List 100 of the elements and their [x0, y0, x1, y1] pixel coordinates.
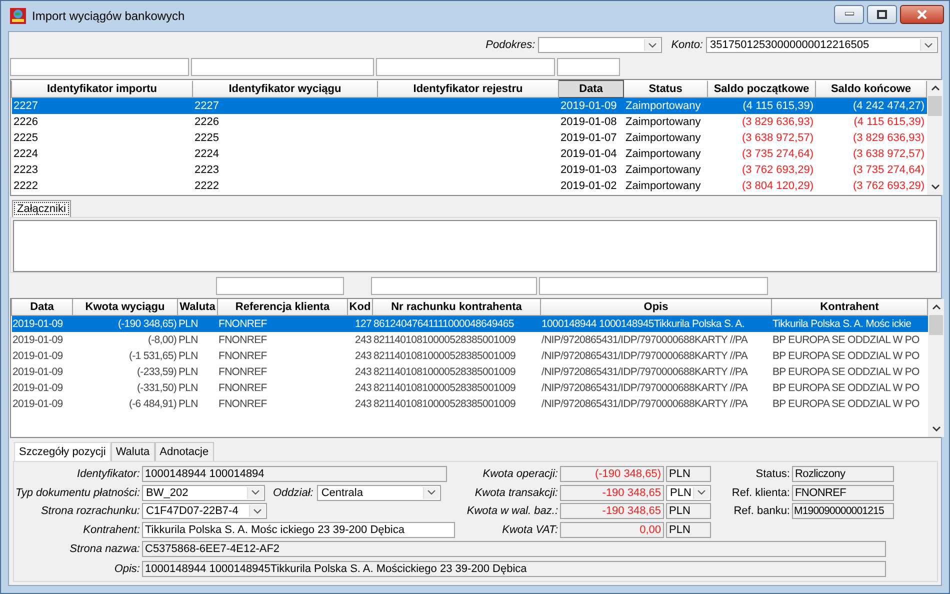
table-cell[interactable]: FNONREF [218, 364, 348, 380]
table-cell[interactable]: 2222 [12, 178, 192, 194]
filter-field[interactable] [557, 58, 620, 76]
table-cell[interactable]: 243 [348, 380, 372, 396]
column-header[interactable]: Identyfikator rejestru [378, 80, 558, 98]
tab[interactable]: Waluta [110, 442, 155, 461]
table-cell[interactable]: 2019-01-07 [558, 130, 624, 146]
table-cell[interactable]: (3 735 274,64) [708, 146, 816, 162]
column-header[interactable]: Data [12, 299, 72, 316]
table-cell[interactable]: PLN [178, 396, 218, 412]
filter-field[interactable] [191, 58, 374, 76]
filter-field[interactable] [539, 277, 768, 295]
table-cell[interactable]: (-6 484,91) [72, 396, 178, 412]
table-cell[interactable]: BP EUROPA SE ODDZIAL W PO [772, 348, 928, 364]
input-field[interactable]: Tikkurila Polska S. A. Mośc ickiego 23 39-200 Dębica [142, 522, 455, 538]
scrollbar[interactable] [928, 299, 944, 437]
table-cell[interactable]: (3 762 693,29) [708, 162, 816, 178]
column-header[interactable]: Referencja klienta [218, 299, 348, 316]
table-cell[interactable]: Zaimportowany [624, 162, 708, 178]
column-header[interactable]: Kod [348, 299, 372, 316]
table-cell[interactable]: (-331,50) [72, 380, 178, 396]
filter-field[interactable] [371, 277, 537, 295]
table-cell[interactable]: 2223 [192, 162, 378, 178]
table-cell[interactable]: PLN [178, 348, 218, 364]
table-cell[interactable]: PLN [178, 332, 218, 348]
table-cell[interactable]: (3 638 972,57) [708, 130, 816, 146]
table-cell[interactable]: 2226 [12, 114, 192, 130]
table-cell[interactable]: 2019-01-09 [12, 332, 72, 348]
table-cell[interactable]: 2224 [192, 146, 378, 162]
table-cell[interactable]: 2019-01-03 [558, 162, 624, 178]
table-cell[interactable]: (3 638 972,57) [816, 146, 926, 162]
table-cell[interactable]: 2226 [192, 114, 378, 130]
table-cell[interactable]: (3 829 636,93) [816, 130, 926, 146]
table-cell[interactable]: /NIP/9720865431/IDP/7970000688KARTY //PA [540, 348, 772, 364]
table-cell[interactable]: (3 762 693,29) [816, 178, 926, 194]
maximize-button[interactable] [867, 4, 897, 24]
table-cell[interactable]: /NIP/9720865431/IDP/7970000688KARTY //PA [540, 396, 772, 412]
table-cell[interactable]: /NIP/9720865431/IDP/7970000688KARTY //PA [540, 380, 772, 396]
table-cell[interactable]: /NIP/9720865431/IDP/7970000688KARTY //PA [540, 364, 772, 380]
table-cell[interactable]: 1000148944 1000148945Tikkurila Polska S. A. [540, 316, 772, 332]
table-cell[interactable]: (-8,00) [72, 332, 178, 348]
column-header[interactable]: Identyfikator importu [12, 80, 192, 98]
table-cell[interactable]: BP EUROPA SE ODDZIAL W PO [772, 332, 928, 348]
column-header[interactable]: Data [558, 80, 624, 98]
column-header[interactable]: Opis [540, 299, 772, 316]
table-cell[interactable]: PLN [178, 364, 218, 380]
table-cell[interactable]: BP EUROPA SE ODDZIAL W PO [772, 380, 928, 396]
column-header[interactable]: Waluta [178, 299, 218, 316]
table-cell[interactable]: 2019-01-04 [558, 146, 624, 162]
table-cell[interactable]: Zaimportowany [624, 98, 708, 114]
filter-field[interactable] [10, 58, 189, 76]
table-cell[interactable]: 2019-01-09 [12, 396, 72, 412]
column-header[interactable]: Identyfikator wyciągu [192, 80, 378, 98]
dropdown-arrow-button[interactable] [920, 39, 936, 51]
column-header[interactable]: Nr rachunku kontrahenta [372, 299, 540, 316]
dropdown-arrow-button[interactable] [423, 486, 440, 499]
dropdown[interactable]: C1F47D07-22B7-4 [142, 503, 267, 520]
table-cell[interactable]: FNONREF [218, 396, 348, 412]
dropdown[interactable]: BW_202 [142, 484, 265, 501]
table-cell[interactable]: Zaimportowany [624, 178, 708, 194]
table-cell[interactable]: (-190 348,65) [72, 316, 178, 332]
table-cell[interactable]: 2019-01-08 [558, 114, 624, 130]
period-dropdown[interactable] [538, 37, 662, 53]
filter-field[interactable] [376, 58, 555, 76]
table-cell[interactable]: Zaimportowany [624, 130, 708, 146]
table-cell[interactable]: 243 [348, 332, 372, 348]
table-cell[interactable]: FNONREF [218, 380, 348, 396]
tab[interactable]: Adnotacje [154, 442, 214, 461]
close-button[interactable] [900, 4, 944, 24]
scroll-thumb[interactable] [929, 315, 943, 335]
table-cell[interactable]: BP EUROPA SE ODDZIAL W PO [772, 396, 928, 412]
table-cell[interactable]: 2019-01-09 [558, 98, 624, 114]
table-cell[interactable]: 2019-01-02 [558, 178, 624, 194]
dropdown[interactable]: Centrala [317, 484, 442, 501]
table-cell[interactable]: 82114010810000528385001009 [372, 364, 540, 380]
currency-dropdown[interactable]: PLN [666, 484, 711, 501]
table-cell[interactable]: FNONREF [218, 316, 348, 332]
table-cell[interactable]: 2225 [12, 130, 192, 146]
table-cell[interactable]: 2225 [192, 130, 378, 146]
filter-field[interactable] [216, 277, 344, 295]
column-header[interactable]: Saldo początkowe [708, 80, 816, 98]
table-cell[interactable]: 2019-01-09 [12, 364, 72, 380]
table-cell[interactable]: FNONREF [218, 348, 348, 364]
column-header[interactable]: Kontrahent [772, 299, 928, 316]
table-cell[interactable]: 2019-01-09 [12, 316, 72, 332]
dropdown-arrow-button[interactable] [644, 39, 660, 51]
table-cell[interactable]: /NIP/9720865431/IDP/7970000688KARTY //PA [540, 332, 772, 348]
table-cell[interactable]: 243 [348, 364, 372, 380]
table-cell[interactable]: (3 804 120,29) [708, 178, 816, 194]
dropdown-arrow-button[interactable] [249, 505, 265, 518]
table-cell[interactable]: PLN [178, 380, 218, 396]
table-cell[interactable]: 82114010810000528385001009 [372, 332, 540, 348]
table-cell[interactable]: Tikkurila Polska S. A. Mośc ickie [772, 316, 928, 332]
account-dropdown[interactable]: 35175012530000000012216505 [706, 37, 938, 53]
column-header[interactable]: Saldo końcowe [816, 80, 926, 98]
minimize-button[interactable] [834, 4, 864, 24]
table-cell[interactable]: (4 115 615,39) [708, 98, 816, 114]
scrollbar[interactable] [927, 80, 943, 195]
table-cell[interactable]: (4 115 615,39) [816, 114, 926, 130]
table-cell[interactable]: 127 [348, 316, 372, 332]
